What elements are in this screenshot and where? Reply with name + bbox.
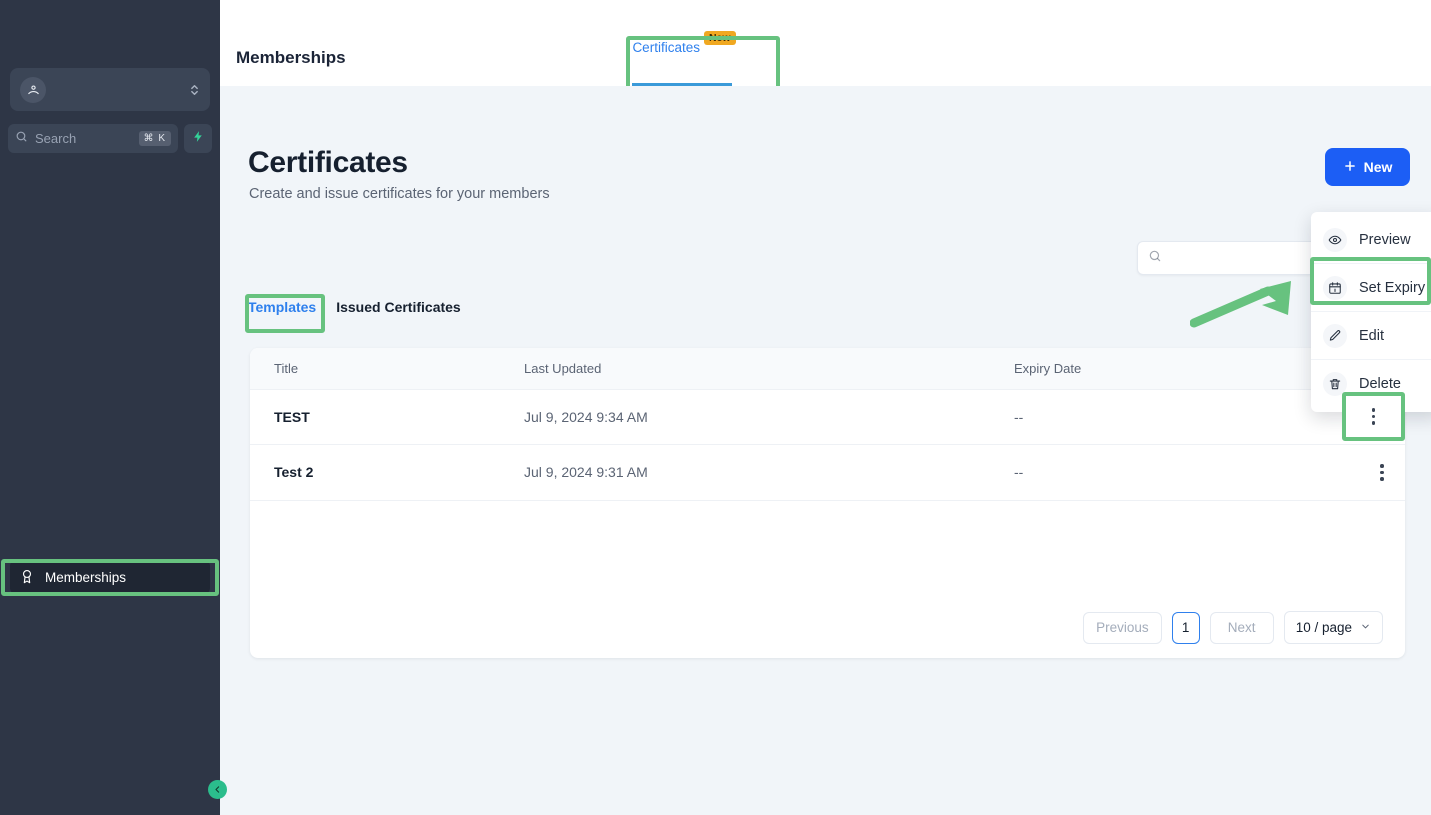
- menu-item-label: Set Expiry: [1359, 279, 1426, 296]
- account-switcher[interactable]: [10, 68, 210, 111]
- table-header: Title Last Updated Expiry Date: [250, 348, 1405, 390]
- dot: [1371, 421, 1376, 425]
- pencil-icon: [1323, 323, 1347, 348]
- search-icon: [1148, 249, 1162, 268]
- dot: [1380, 477, 1384, 481]
- menu-item-preview[interactable]: Preview: [1311, 216, 1431, 264]
- cell-expiry-date: --: [990, 444, 1335, 501]
- table-body: TEST Jul 9, 2024 9:34 AM -- Test 2 Jul 9…: [250, 389, 1405, 501]
- calendar-icon: [1323, 275, 1347, 300]
- column-header-last-updated: Last Updated: [500, 348, 990, 390]
- cell-title: Test 2: [250, 444, 500, 501]
- chevron-left-icon: [213, 781, 222, 799]
- cell-last-updated: Jul 9, 2024 9:31 AM: [500, 444, 990, 501]
- subtab-bar: Templates Issued Certificates: [248, 299, 461, 315]
- sidebar: Search ⌘ K Memberships: [0, 0, 227, 815]
- account-avatar-icon: [20, 76, 46, 103]
- dot: [1380, 470, 1384, 474]
- dot: [1380, 464, 1384, 468]
- menu-item-label: Edit: [1359, 327, 1384, 344]
- dot: [1371, 408, 1376, 412]
- quick-action-button[interactable]: [184, 124, 212, 153]
- plus-icon: [1343, 159, 1357, 176]
- sidebar-item-memberships[interactable]: Memberships: [10, 560, 210, 594]
- search-shortcut-badge: ⌘ K: [138, 131, 171, 146]
- cell-last-updated: Jul 9, 2024 9:34 AM: [500, 389, 990, 445]
- tab-certificates[interactable]: Certificates New: [630, 31, 738, 86]
- new-certificate-button[interactable]: New: [1325, 148, 1410, 186]
- certificates-table: Title Last Updated Expiry Date TEST Jul …: [250, 348, 1405, 501]
- annotation-arrow-icon: [1190, 281, 1291, 328]
- chevron-updown-icon: [189, 82, 200, 98]
- chevron-down-icon: [1360, 620, 1371, 635]
- sidebar-search-row: Search ⌘ K: [8, 124, 212, 153]
- menu-item-label: Preview: [1359, 231, 1411, 248]
- bolt-icon: [192, 130, 205, 148]
- subtab-templates[interactable]: Templates: [248, 299, 316, 315]
- eye-icon: [1323, 227, 1347, 252]
- menu-item-set-expiry[interactable]: Set Expiry: [1311, 264, 1431, 312]
- page-subtitle: Create and issue certificates for your m…: [249, 186, 550, 202]
- new-certificate-label: New: [1363, 159, 1393, 175]
- page-breadcrumb-title: Memberships: [236, 48, 346, 67]
- content-area: Certificates Create and issue certificat…: [220, 86, 1431, 815]
- tab-certificates-label: Certificates: [632, 40, 700, 55]
- pagination-page-1[interactable]: 1: [1171, 611, 1200, 644]
- sidebar-collapse-button[interactable]: [208, 780, 227, 799]
- pagination-page-size-select[interactable]: 10 / page: [1283, 611, 1383, 644]
- row-context-menu: Preview Set Expiry Edit Delete: [1311, 212, 1431, 412]
- dot: [1371, 414, 1376, 419]
- table-row[interactable]: Test 2 Jul 9, 2024 9:31 AM --: [250, 444, 1405, 501]
- sidebar-item-label: Memberships: [45, 569, 127, 585]
- pagination-previous-button[interactable]: Previous: [1083, 611, 1162, 644]
- sidebar-search-input[interactable]: Search ⌘ K: [8, 124, 178, 153]
- highlight-box-row-actions[interactable]: [1342, 392, 1405, 441]
- pagination: Previous 1 Next 10 / page: [250, 611, 1405, 644]
- table-header-row: Title Last Updated Expiry Date: [250, 348, 1405, 390]
- page-size-label: 10 / page: [1295, 620, 1352, 635]
- table-row[interactable]: TEST Jul 9, 2024 9:34 AM --: [250, 389, 1405, 445]
- subtab-issued-certificates[interactable]: Issued Certificates: [336, 299, 461, 315]
- menu-item-edit[interactable]: Edit: [1311, 312, 1431, 360]
- award-icon: [19, 568, 35, 587]
- row-actions-menu-button[interactable]: [1371, 408, 1376, 425]
- app-root: Search ⌘ K Memberships Memberships Certi…: [0, 0, 1431, 815]
- column-header-title: Title: [250, 348, 500, 390]
- cell-expiry-date: --: [990, 389, 1335, 445]
- top-bar: Memberships Certificates New: [220, 0, 1431, 86]
- menu-item-label: Delete: [1359, 376, 1401, 392]
- sidebar-search-placeholder: Search: [35, 131, 77, 146]
- page-title: Certificates: [248, 146, 408, 179]
- row-actions-menu-button[interactable]: [1359, 464, 1405, 481]
- certificates-table-card: Title Last Updated Expiry Date TEST Jul …: [250, 348, 1405, 658]
- new-badge: New: [703, 31, 736, 45]
- column-header-expiry-date: Expiry Date: [990, 348, 1335, 390]
- search-icon: [15, 130, 28, 148]
- cell-title: TEST: [250, 389, 500, 445]
- pagination-next-button[interactable]: Next: [1209, 611, 1274, 644]
- cell-actions: [1335, 444, 1405, 501]
